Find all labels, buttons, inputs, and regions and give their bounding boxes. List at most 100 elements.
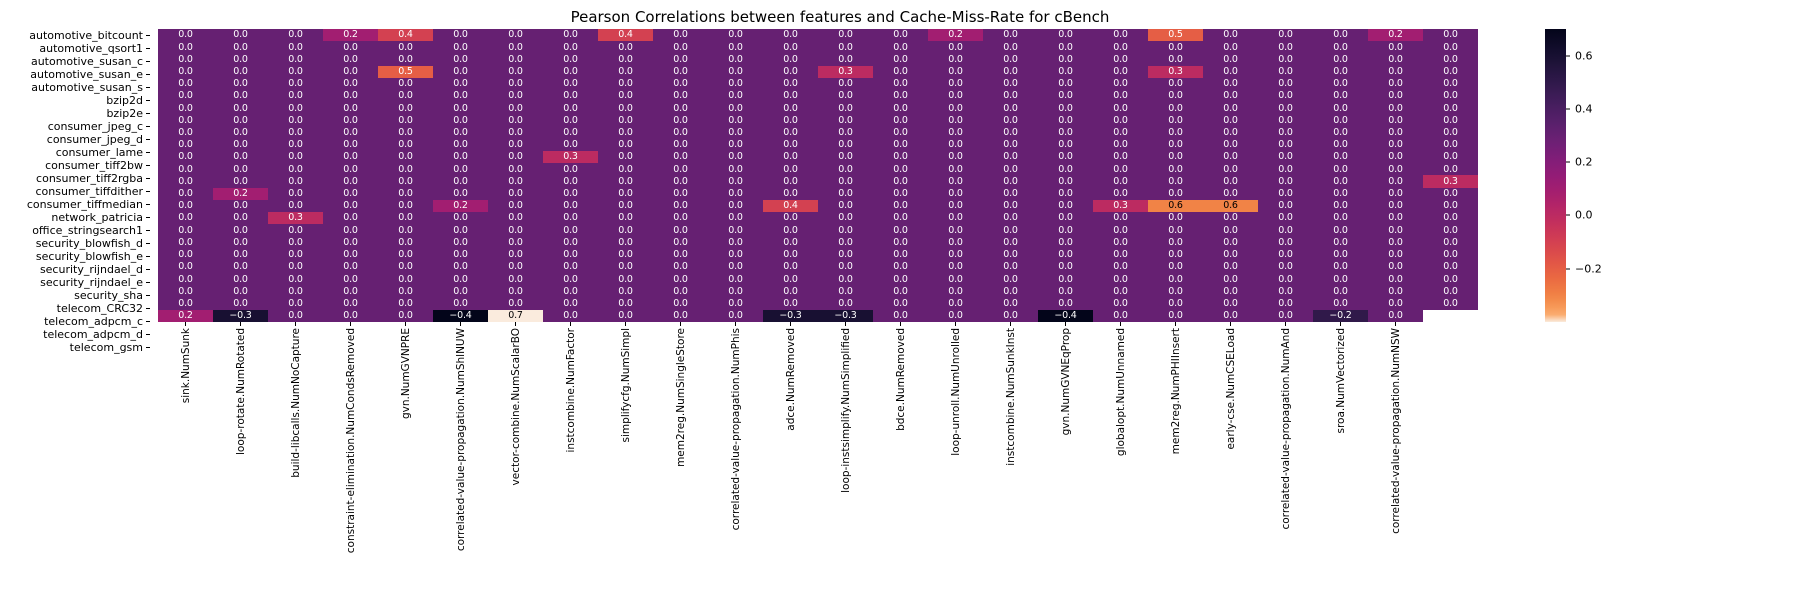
heatmap-cell-value: 0.0 — [783, 90, 798, 102]
heatmap-cell: 0.0 — [378, 273, 433, 286]
heatmap-cell-value: 0.0 — [508, 29, 523, 41]
heatmap-cell-value: 0.0 — [1003, 236, 1018, 248]
heatmap-cell-value: 0.0 — [1168, 273, 1183, 285]
heatmap-cell-value: 0.0 — [1223, 249, 1238, 261]
heatmap-cell-value: 0.0 — [728, 41, 743, 53]
heatmap-cell-value: 0.0 — [1003, 261, 1018, 273]
heatmap-cell-value: 0.0 — [453, 273, 468, 285]
y-tick-mark-icon — [146, 113, 150, 114]
heatmap-cell: 0.0 — [928, 53, 983, 66]
heatmap-cell: 0.0 — [653, 187, 708, 200]
heatmap-cell-value: 0.0 — [508, 139, 523, 151]
heatmap-cell-value: 0.0 — [398, 53, 413, 65]
heatmap-cell: 0.0 — [158, 175, 213, 188]
heatmap-cell: 0.0 — [873, 212, 928, 225]
heatmap-cell-value: 0.0 — [1388, 102, 1403, 114]
heatmap-cell-value: 0.0 — [948, 53, 963, 65]
heatmap-cell-value: 0.0 — [1278, 175, 1293, 187]
heatmap-cell-value: 0.0 — [1058, 285, 1073, 297]
heatmap-cell-value: 0.0 — [343, 53, 358, 65]
heatmap-cell-value: 0.0 — [948, 90, 963, 102]
heatmap-cell-value: 0.0 — [783, 29, 798, 41]
heatmap-cell-value: 0.0 — [288, 273, 303, 285]
heatmap-cell-value: 0.4 — [783, 200, 798, 212]
heatmap-cell-value: 0.0 — [563, 224, 578, 236]
heatmap-cell: 0.0 — [433, 65, 488, 78]
heatmap-cell-value: 0.0 — [838, 236, 853, 248]
heatmap-cell: 0.0 — [1148, 151, 1203, 164]
heatmap-cell: 0.0 — [268, 236, 323, 249]
heatmap-cell-value: 0.0 — [728, 78, 743, 90]
heatmap-cell-value: 0.0 — [1003, 102, 1018, 114]
heatmap-cell-value: 0.0 — [783, 273, 798, 285]
heatmap-cell-value: 0.0 — [453, 212, 468, 224]
heatmap-cell-value: 0.0 — [783, 139, 798, 151]
heatmap-cell: 0.0 — [818, 90, 873, 103]
heatmap-cell-value: 0.0 — [673, 151, 688, 163]
heatmap-cell: 0.0 — [543, 175, 598, 188]
heatmap-cell: 0.0 — [433, 102, 488, 115]
heatmap-cell-value: 0.0 — [1003, 273, 1018, 285]
heatmap-cell-value: 0.0 — [563, 29, 578, 41]
heatmap-cell: 0.0 — [1313, 273, 1368, 286]
heatmap-cell: 0.0 — [488, 138, 543, 152]
heatmap-cell: 0.0 — [1038, 53, 1093, 66]
x-tick-18: mem2reg.NumPHIInsert — [1148, 322, 1203, 592]
heatmap-cell: 0.0 — [873, 260, 928, 274]
heatmap-cell-value: 0.0 — [838, 127, 853, 138]
x-tick-mark-icon — [1230, 322, 1231, 326]
heatmap-cell-value: 0.0 — [453, 114, 468, 126]
heatmap-cell: 0.0 — [818, 53, 873, 66]
heatmap-cell-value: 0.0 — [1333, 163, 1348, 175]
heatmap-cell: 0.0 — [928, 224, 983, 237]
heatmap-cell: 0.4 — [598, 29, 653, 42]
heatmap-cell-value: 0.0 — [563, 285, 578, 297]
heatmap-cell: 0.0 — [1423, 163, 1478, 176]
y-tick-label: security_rijndael_d — [39, 263, 143, 276]
heatmap-cell-value: 0.0 — [673, 212, 688, 224]
heatmap-cell-value: 0.0 — [508, 127, 523, 138]
heatmap-cell: 0.0 — [708, 212, 763, 225]
heatmap-cell: 0.0 — [983, 224, 1038, 237]
heatmap-cell: 0.0 — [1038, 248, 1093, 261]
heatmap-cell-value: 0.0 — [563, 102, 578, 114]
heatmap-cell-value: 0.0 — [728, 261, 743, 273]
heatmap-cell-value: 0.0 — [1113, 90, 1128, 102]
heatmap-cell: 0.0 — [1258, 53, 1313, 66]
heatmap-cell: 0.0 — [1313, 175, 1368, 188]
heatmap-cell: 0.0 — [1423, 187, 1478, 200]
heatmap-cell-value: 0.0 — [1278, 273, 1293, 285]
heatmap-cell-value: 0.0 — [1388, 114, 1403, 126]
heatmap-cell: 0.0 — [213, 114, 268, 127]
heatmap-cell: 0.0 — [1203, 273, 1258, 286]
heatmap-cell-value: 0.0 — [1388, 297, 1403, 309]
heatmap-cell: 0.0 — [378, 236, 433, 249]
y-tick-7: consumer_jpeg_c — [0, 120, 152, 133]
heatmap-cell-value: 0.3 — [288, 212, 303, 224]
y-tick-mark-icon — [146, 35, 150, 36]
heatmap-cell-value: 0.0 — [288, 285, 303, 297]
heatmap-cell: 0.0 — [1368, 102, 1423, 115]
heatmap-cell: 0.0 — [1148, 297, 1203, 310]
y-tick-mark-icon — [146, 308, 150, 309]
heatmap-cell-value: 0.0 — [893, 285, 908, 297]
heatmap-cell-value: 0.0 — [673, 224, 688, 236]
heatmap-cell: 0.0 — [268, 248, 323, 261]
heatmap-cell: 0.7 — [488, 309, 543, 322]
y-tick-label: automotive_susan_s — [31, 81, 143, 94]
colorbar-tick-label: 0.6 — [1575, 49, 1593, 63]
x-tick-17: globalopt.NumUnnamed — [1093, 322, 1148, 592]
heatmap-cell-value: 0.0 — [728, 224, 743, 236]
x-tick-mark-icon — [295, 322, 296, 326]
heatmap-cell: 0.0 — [1258, 285, 1313, 298]
heatmap-cell: 0.0 — [598, 199, 653, 213]
heatmap-cell: 0.0 — [983, 285, 1038, 298]
colorbar-tick-mark-icon — [1566, 55, 1570, 57]
heatmap-cell: 0.0 — [158, 53, 213, 66]
y-tick-mark-icon — [146, 321, 150, 322]
heatmap-cell-value: 0.0 — [178, 78, 193, 90]
heatmap-cell-value: 0.0 — [948, 114, 963, 126]
heatmap-cell-value: 0.0 — [233, 212, 248, 224]
heatmap-cell: 0.0 — [983, 138, 1038, 152]
heatmap-cell: 0.0 — [763, 163, 818, 176]
